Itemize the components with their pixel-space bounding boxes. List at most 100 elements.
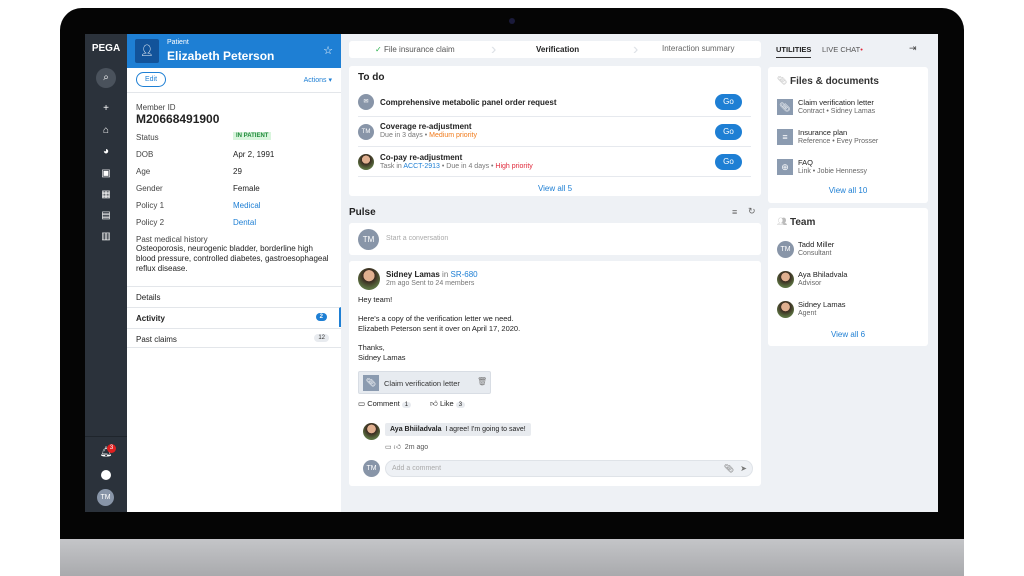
apps-icon[interactable]: ▦ [98,188,114,202]
edit-button[interactable]: Edit [136,72,166,87]
post-header: Sidney Lamas in SR-680 [386,270,478,279]
file-name[interactable]: Insurance plan [798,128,847,137]
post-line: Elizabeth Peterson sent it over on April… [358,323,521,333]
divider [85,436,127,437]
tab-label: Details [136,293,161,302]
tab-utilities[interactable]: UTILITIES [776,45,812,58]
tab-label: Activity [136,314,165,323]
view-all-team-link[interactable]: View all 6 [768,330,928,339]
actions-menu[interactable]: Actions ▾ [304,76,332,84]
patient-header: 👤︎ Patient Elizabeth Peterson ☆ [127,34,341,68]
tab-past-claims[interactable]: Past claims 12 [127,328,341,348]
case-link[interactable]: SR-680 [450,270,477,279]
member-name[interactable]: Aya Bhiladvala [798,270,847,279]
todo-item: ✉ Comprehensive metabolic panel order re… [358,87,751,117]
post-body: Hey team! Here's a copy of the verificati… [358,295,520,362]
trash-icon[interactable]: 🗑︎ [477,377,487,386]
user-avatar[interactable]: TM [97,489,114,506]
reply-avatar [363,423,380,440]
attachment-chip[interactable]: 📎︎ Claim verification letter 🗑︎ [358,371,491,394]
todo-item-title: Coverage re-adjustment [380,122,472,131]
files-title: Files & documents [790,76,879,87]
avatar: TM [777,241,794,258]
post-line: Hey team! [358,295,393,304]
home-icon[interactable]: ⌂ [98,124,114,138]
check-icon: ✓ [375,45,382,54]
team-icon: 👥︎ [777,217,788,226]
collapse-icon[interactable]: ⇥ [909,43,917,54]
filter-icon[interactable]: ≡ [732,207,737,217]
dob-value: Apr 2, 1991 [233,150,275,159]
document-icon[interactable]: ▤ [98,209,114,223]
star-icon[interactable]: ☆ [323,44,333,57]
comment-count: 1 [401,402,412,408]
tab-activity[interactable]: Activity 2 [127,307,341,327]
unread-dot: • [860,45,863,54]
task-prefix: Task in [380,163,404,170]
camera [509,18,515,24]
plus-icon[interactable]: + [98,102,114,116]
stage-verification[interactable]: Verification [536,45,579,54]
stage-file-claim[interactable]: ✓ File insurance claim [375,45,455,54]
comment-input[interactable]: Add a comment 📎︎ ➤ [385,460,753,477]
member-role: Consultant [798,250,832,257]
reply-author[interactable]: Aya Bhiiladvala [390,426,442,433]
status-badge: IN PATIENT [233,132,272,140]
field-label: Gender [136,184,163,193]
conversation-input[interactable]: Start a conversation [386,235,448,242]
file-name[interactable]: Claim verification letter [798,98,874,107]
search-icon[interactable]: ⌕ [96,68,116,88]
field-label: Policy 2 [136,218,165,227]
actions-label: Actions [303,77,327,84]
divider [127,92,341,93]
go-button[interactable]: Go [715,94,742,110]
thumbs-up-icon[interactable]: 👍︎ [394,444,401,451]
go-button[interactable]: Go [715,124,742,140]
policy-1-link[interactable]: Medical [233,201,261,210]
comment-button[interactable]: ▭ Comment 1 [358,399,412,408]
due-text: Due in 3 days [380,132,423,139]
member-name[interactable]: Tadd Miller [798,240,834,249]
attach-icon[interactable]: 📎︎ [724,464,734,473]
todo-title: To do [358,72,385,83]
past-claims-count: 12 [314,334,329,342]
go-button[interactable]: Go [715,154,742,170]
send-icon[interactable]: ➤ [740,464,747,473]
author-avatar [358,268,380,290]
reply-bubble: Aya Bhiiladvala I agree! I'm going to sa… [385,423,531,436]
patient-label: Patient [167,39,189,46]
member-id-label: Member ID [136,103,176,112]
tab-live-chat[interactable]: LIVE CHAT• [822,45,863,54]
in-text: in [439,270,451,279]
new-conversation[interactable]: TM Start a conversation [349,223,761,255]
file-meta: Link • Jobie Hennessy [798,168,867,175]
document-icon: ≡ [777,129,793,145]
view-all-files-link[interactable]: View all 10 [768,186,928,195]
stage-label: File insurance claim [383,45,455,54]
reports-icon[interactable]: ▥ [98,230,114,244]
globe-icon: ⊕ [777,159,793,175]
post-line: Sidney Lamas [358,352,406,362]
todo-item-meta: Task in ACCT-2913 • Due in 4 days • High… [380,163,533,170]
dashboard-icon[interactable]: ◕ [98,145,114,159]
like-count: 3 [455,402,466,408]
member-role: Advisor [798,280,822,287]
member-name[interactable]: Sidney Lamas [798,300,846,309]
file-name[interactable]: FAQ [798,158,813,167]
refresh-icon[interactable]: ↻ [748,206,756,217]
comment-icon[interactable]: ▭ [385,444,392,451]
inbox-icon[interactable]: ▣ [98,167,114,181]
patient-card-icon: 👤︎ [135,39,159,63]
stage-interaction-summary[interactable]: Interaction summary [662,44,734,53]
team-title: Team [790,217,816,228]
view-all-todo-link[interactable]: View all 5 [349,184,761,193]
like-button[interactable]: 👍︎ Like 3 [430,399,466,409]
comment-icon: ▭ [358,399,366,408]
post-line: Thanks, [358,342,385,352]
policy-2-link[interactable]: Dental [233,218,256,227]
status-icon[interactable] [101,470,111,480]
author-name[interactable]: Sidney Lamas [386,270,440,279]
priority: High priority [495,163,533,170]
tab-details[interactable]: Details [127,286,341,306]
task-link[interactable]: ACCT-2913 [403,163,440,170]
